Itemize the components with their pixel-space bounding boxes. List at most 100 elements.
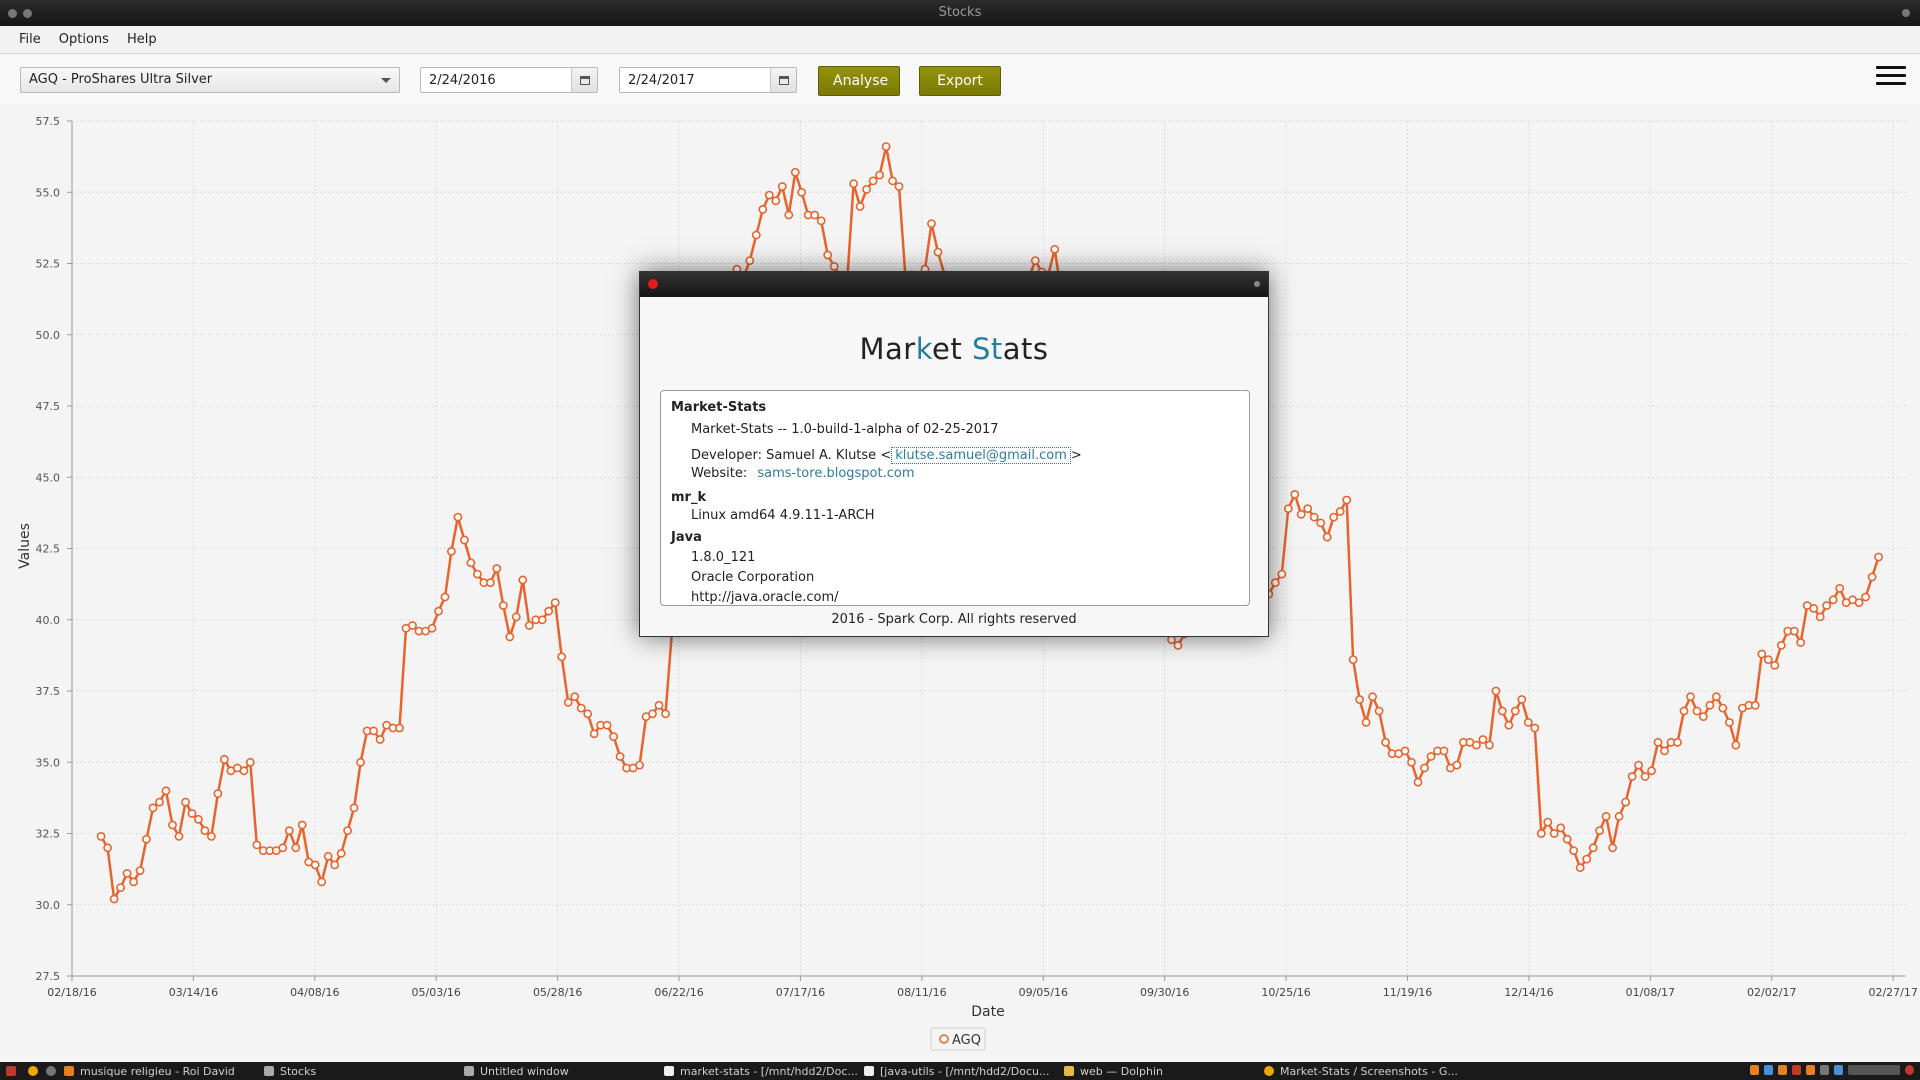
data-point[interactable] xyxy=(369,726,378,736)
data-point[interactable] xyxy=(823,250,833,260)
data-point[interactable] xyxy=(563,698,573,707)
data-point[interactable] xyxy=(810,210,820,220)
data-point[interactable] xyxy=(790,167,800,177)
data-point[interactable] xyxy=(1420,763,1429,773)
data-point[interactable] xyxy=(135,866,145,875)
data-point[interactable] xyxy=(1355,695,1364,704)
data-point[interactable] xyxy=(1673,737,1682,747)
data-point[interactable] xyxy=(200,826,210,835)
data-point[interactable] xyxy=(550,598,560,607)
data-point[interactable] xyxy=(888,176,897,186)
data-point[interactable] xyxy=(485,578,495,588)
data-point[interactable] xyxy=(1478,735,1488,744)
taskbar-item[interactable]: Stocks xyxy=(258,1062,322,1080)
data-point[interactable] xyxy=(1381,737,1390,747)
data-point[interactable] xyxy=(524,621,534,630)
taskbar-item[interactable]: musique religieu - Roi David xyxy=(58,1062,241,1080)
data-point[interactable] xyxy=(1588,843,1598,853)
data-point[interactable] xyxy=(784,210,794,220)
data-point[interactable] xyxy=(219,755,229,764)
data-point[interactable] xyxy=(278,843,288,853)
data-point[interactable] xyxy=(434,606,443,616)
data-point[interactable] xyxy=(855,202,865,211)
data-point[interactable] xyxy=(453,512,463,522)
data-point[interactable] xyxy=(751,230,761,240)
data-point[interactable] xyxy=(1647,766,1656,776)
data-point[interactable] xyxy=(1796,638,1806,647)
data-point[interactable] xyxy=(129,877,138,887)
taskbar-item[interactable]: market-stats - [/mnt/hdd2/Doc... xyxy=(658,1062,864,1080)
data-point[interactable] xyxy=(1556,823,1566,833)
data-point[interactable] xyxy=(1491,686,1501,696)
data-point[interactable] xyxy=(1634,760,1643,770)
developer-email-link[interactable]: klutse.samuel@gmail.com xyxy=(891,447,1071,464)
taskbar-item[interactable]: Untitled window xyxy=(458,1062,575,1080)
data-point[interactable] xyxy=(395,723,404,733)
data-point[interactable] xyxy=(868,176,878,186)
data-point[interactable] xyxy=(161,786,171,796)
data-point[interactable] xyxy=(155,797,164,807)
data-point[interactable] xyxy=(1543,817,1553,827)
window-close-icon[interactable] xyxy=(8,9,17,18)
data-point[interactable] xyxy=(103,843,112,853)
data-point[interactable] xyxy=(1712,692,1721,702)
data-point[interactable] xyxy=(615,752,625,761)
data-point[interactable] xyxy=(109,894,119,904)
data-point[interactable] xyxy=(187,809,197,818)
data-point[interactable] xyxy=(648,709,657,719)
tray-icon[interactable] xyxy=(1792,1065,1801,1075)
data-point[interactable] xyxy=(1342,495,1352,505)
data-point[interactable] xyxy=(323,851,333,861)
end-date-picker[interactable] xyxy=(619,67,797,93)
data-point[interactable] xyxy=(1439,746,1449,756)
data-point[interactable] xyxy=(466,558,476,568)
data-point[interactable] xyxy=(1569,846,1579,855)
window-controls[interactable] xyxy=(8,9,32,18)
data-point[interactable] xyxy=(1867,572,1877,582)
data-point[interactable] xyxy=(1757,649,1767,659)
data-point[interactable] xyxy=(1718,703,1728,713)
dialog-menu-icon[interactable] xyxy=(1254,281,1260,287)
data-point[interactable] xyxy=(206,832,216,841)
data-point[interactable] xyxy=(1173,641,1183,650)
start-date-calendar-button[interactable] xyxy=(571,68,597,92)
data-point[interactable] xyxy=(1692,706,1702,716)
menu-help[interactable]: Help xyxy=(118,32,166,47)
data-point[interactable] xyxy=(446,546,456,556)
data-point[interactable] xyxy=(336,849,346,858)
data-point[interactable] xyxy=(849,179,858,189)
data-point[interactable] xyxy=(1413,777,1423,787)
data-point[interactable] xyxy=(1776,641,1786,650)
data-point[interactable] xyxy=(1686,692,1695,702)
window-minimize-icon[interactable] xyxy=(23,9,32,18)
data-point[interactable] xyxy=(881,142,891,151)
data-point[interactable] xyxy=(1283,504,1293,513)
data-point[interactable] xyxy=(1517,695,1527,704)
data-point[interactable] xyxy=(1368,692,1377,702)
data-point[interactable] xyxy=(1621,797,1630,807)
chevron-down-icon[interactable] xyxy=(381,78,391,83)
bluetooth-icon[interactable] xyxy=(1764,1065,1773,1075)
data-point[interactable] xyxy=(511,612,521,622)
volume-icon[interactable] xyxy=(1820,1065,1829,1075)
data-point[interactable] xyxy=(459,535,469,545)
data-point[interactable] xyxy=(1608,843,1617,853)
menu-options[interactable]: Options xyxy=(50,32,118,47)
data-point[interactable] xyxy=(492,564,502,573)
window-menu-icon[interactable] xyxy=(1902,9,1910,17)
data-point[interactable] xyxy=(297,820,307,830)
network-icon[interactable] xyxy=(1834,1065,1843,1075)
data-point[interactable] xyxy=(116,883,125,892)
data-point[interactable] xyxy=(1536,829,1546,838)
data-point[interactable] xyxy=(1614,812,1624,821)
data-point[interactable] xyxy=(1329,512,1339,522)
data-point[interactable] xyxy=(1854,598,1864,607)
data-point[interactable] xyxy=(1504,720,1514,730)
data-point[interactable] xyxy=(343,826,352,835)
symbol-select[interactable]: AGQ - ProShares Ultra Silver xyxy=(20,67,400,93)
data-point[interactable] xyxy=(764,190,774,200)
data-point[interactable] xyxy=(1303,504,1313,513)
data-point[interactable] xyxy=(1731,740,1741,750)
power-icon[interactable] xyxy=(1905,1065,1914,1075)
data-point[interactable] xyxy=(829,261,839,271)
